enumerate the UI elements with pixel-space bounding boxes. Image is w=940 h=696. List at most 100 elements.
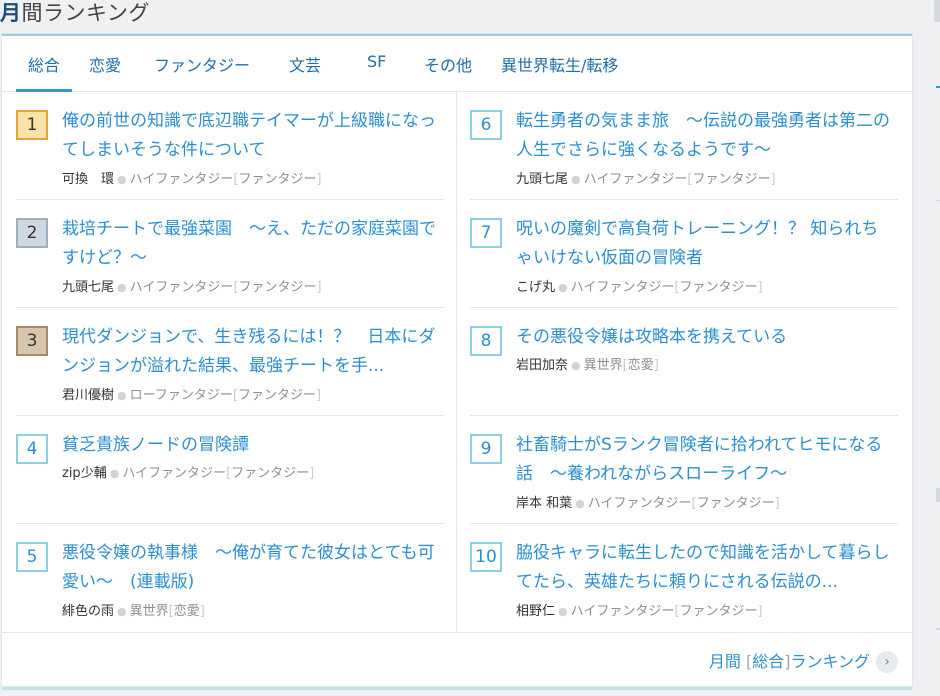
novel-meta: 君川優樹 ● ローファンタジー[ファンタジー] <box>62 388 322 403</box>
sidebar-fragment <box>936 200 940 201</box>
genre-label: 異世界 <box>583 358 623 373</box>
dot-icon: ● <box>571 173 581 186</box>
sidebar-fragment <box>936 628 940 630</box>
category-label: ファンタジー <box>231 466 310 481</box>
tab-bungei[interactable]: 文芸 <box>289 52 321 92</box>
category-label: ファンタジー <box>237 388 316 403</box>
dot-icon: ● <box>558 605 568 618</box>
category-label: 恋愛 <box>173 604 200 619</box>
footer-divider <box>2 632 912 633</box>
tab-sf[interactable]: SF <box>367 52 386 92</box>
category-label: ファンタジー <box>679 280 758 295</box>
panel-bottom-border <box>2 687 912 690</box>
ranking-item: 2 栽培チートで最強菜園 ～え、ただの家庭菜園ですけど？～ 九頭七尾 ● ハイファンタジ… <box>16 200 444 308</box>
category-label: ファンタジー <box>238 280 317 295</box>
novel-title-link[interactable]: 転生勇者の気まま旅 ～伝説の最強勇者は第二の人生でさらに強くなるようです～ <box>516 107 894 165</box>
author-name[interactable]: 九頭七尾 <box>516 172 568 187</box>
author-name[interactable]: こげ丸 <box>516 280 555 295</box>
novel-title-link[interactable]: その悪役令嬢は攻略本を携えている <box>516 323 894 352</box>
tab-isekai[interactable]: 異世界転生/転移 <box>501 52 618 92</box>
dot-icon: ● <box>575 497 585 510</box>
tab-fantasy[interactable]: ファンタジー <box>154 52 250 92</box>
novel-meta: 相野仁 ● ハイファンタジー[ファンタジー] <box>516 604 763 619</box>
genre-label: ハイファンタジー <box>122 466 227 481</box>
sidebar-fragment <box>934 0 940 22</box>
novel-meta: こげ丸 ● ハイファンタジー[ファンタジー] <box>516 280 763 295</box>
monthly-ranking-link[interactable]: 月間 [総合]ランキング › <box>709 648 898 673</box>
novel-title-link[interactable]: 現代ダンジョンで、生き残るには！？ 日本にダンジョンが溢れた結果、最強チートを手… <box>62 323 440 381</box>
rank-badge: 4 <box>16 434 48 464</box>
novel-meta: zip少輔 ● ハイファンタジー[ファンタジー] <box>62 466 315 481</box>
genre-label: ハイファンタジー <box>570 604 675 619</box>
ranking-item: 10 脇役キャラに転生したので知識を活かして暮らしてたら、英雄たちに頼りにされる伝… <box>470 524 898 632</box>
dot-icon: ● <box>117 605 127 618</box>
novel-title-link[interactable]: 社畜騎士がSランク冒険者に拾われてヒモになる話 ～養われながらスローライフ～ <box>516 431 894 489</box>
novel-title-link[interactable]: 栽培チートで最強菜園 ～え、ただの家庭菜園ですけど？～ <box>62 215 440 273</box>
genre-tabs: 総合 恋愛 ファンタジー 文芸 SF その他 異世界転生/転移 <box>2 36 912 92</box>
dot-icon: ● <box>571 359 581 372</box>
category-label: ファンタジー <box>238 172 317 187</box>
rank-badge: 10 <box>470 542 502 572</box>
page-heading: 月間ランキング <box>0 0 150 27</box>
sidebar-fragment <box>936 488 940 502</box>
novel-meta: 緋色の雨 ● 異世界[恋愛] <box>62 604 205 619</box>
category-label: ファンタジー <box>679 604 758 619</box>
novel-meta: 九頭七尾 ● ハイファンタジー[ファンタジー] <box>516 172 776 187</box>
genre-label: ハイファンタジー <box>129 172 234 187</box>
author-name[interactable]: 岩田加奈 <box>516 358 568 373</box>
ranking-panel: 総合 恋愛 ファンタジー 文芸 SF その他 異世界転生/転移 1 俺の前世の知識… <box>2 34 912 686</box>
genre-label: ハイファンタジー <box>129 280 234 295</box>
novel-title-link[interactable]: 俺の前世の知識で底辺職テイマーが上級職になってしまいそうな件について <box>62 107 440 165</box>
tab-sonota[interactable]: その他 <box>424 52 472 92</box>
rank-badge: 6 <box>470 110 502 140</box>
dot-icon: ● <box>117 281 127 294</box>
rank-badge: 8 <box>470 326 502 356</box>
column-divider <box>456 92 457 632</box>
tab-renai[interactable]: 恋愛 <box>89 52 121 92</box>
dot-icon: ● <box>117 173 127 186</box>
genre-label: ローファンタジー <box>129 388 233 403</box>
genre-label: 異世界 <box>129 604 169 619</box>
category-label: 恋愛 <box>627 358 654 373</box>
novel-meta: 九頭七尾 ● ハイファンタジー[ファンタジー] <box>62 280 322 295</box>
author-name[interactable]: 九頭七尾 <box>62 280 114 295</box>
author-name[interactable]: 緋色の雨 <box>62 604 114 619</box>
novel-title-link[interactable]: 脇役キャラに転生したので知識を活かして暮らしてたら、英雄たちに頼りにされる伝説の… <box>516 539 894 597</box>
rank-badge: 7 <box>470 218 502 248</box>
category-label: ファンタジー <box>696 496 775 511</box>
ranking-item: 8 その悪役令嬢は攻略本を携えている岩田加奈 ● 異世界[恋愛] <box>470 308 898 416</box>
novel-meta: 岩田加奈 ● 異世界[恋愛] <box>516 358 659 373</box>
ranking-item: 5 悪役令嬢の執事様 ～俺が育てた彼女はとても可愛い～ (連載版) 緋色の雨 ● 異世界… <box>16 524 444 632</box>
more-link-part1: 月間 <box>708 652 741 671</box>
genre-label: ハイファンタジー <box>583 172 688 187</box>
ranking-item: 4 貧乏貴族ノードの冒険譚 zip少輔 ● ハイファンタジー[ファンタジー] <box>16 416 444 524</box>
novel-title-link[interactable]: 貧乏貴族ノードの冒険譚 <box>62 431 440 460</box>
genre-label: ハイファンタジー <box>587 496 692 511</box>
author-name[interactable]: 岸本 和葉 <box>516 496 572 511</box>
novel-title-link[interactable]: 悪役令嬢の執事様 ～俺が育てた彼女はとても可愛い～ (連載版) <box>62 539 440 597</box>
tab-sougou[interactable]: 総合 <box>16 52 72 92</box>
author-name[interactable]: 相野仁 <box>516 604 555 619</box>
dot-icon: ● <box>558 281 568 294</box>
more-link-part3: ランキング <box>790 652 870 671</box>
heading-first-char: 月 <box>0 1 22 25</box>
novel-title-link[interactable]: 呪いの魔剣で高負荷トレーニング！？ 知られちゃいけない仮面の冒険者 <box>516 215 894 273</box>
author-name[interactable]: 可換 環 <box>62 172 114 187</box>
ranking-item: 3 現代ダンジョンで、生き残るには！？ 日本にダンジョンが溢れた結果、最強チートを… <box>16 308 444 416</box>
ranking-item: 9 社畜騎士がSランク冒険者に拾われてヒモになる話 ～養われながらスローライフ～ 岸… <box>470 416 898 524</box>
dot-icon: ● <box>109 467 120 480</box>
genre-label: ハイファンタジー <box>570 280 675 295</box>
more-link-part2: 総合 <box>752 652 785 671</box>
ranking-item: 1 俺の前世の知識で底辺職テイマーが上級職になってしまいそうな件について 可換 環 ●… <box>16 92 444 200</box>
novel-meta: 岸本 和葉 ● ハイファンタジー[ファンタジー] <box>516 496 780 511</box>
author-name[interactable]: 君川優樹 <box>62 388 114 403</box>
rank-badge: 5 <box>16 542 48 572</box>
ranking-item: 6 転生勇者の気まま旅 ～伝説の最強勇者は第二の人生でさらに強くなるようです～ 九頭… <box>470 92 898 200</box>
novel-meta: 可換 環 ● ハイファンタジー[ファンタジー] <box>62 172 322 187</box>
chevron-right-icon: › <box>876 651 898 673</box>
author-name[interactable]: zip少輔 <box>62 466 107 481</box>
ranking-item: 7 呪いの魔剣で高負荷トレーニング！？ 知られちゃいけない仮面の冒険者こげ丸 ● ハイ… <box>470 200 898 308</box>
rank-badge: 2 <box>16 218 48 248</box>
heading-rest: 間ランキング <box>21 1 150 25</box>
sidebar-fragment <box>936 86 940 88</box>
